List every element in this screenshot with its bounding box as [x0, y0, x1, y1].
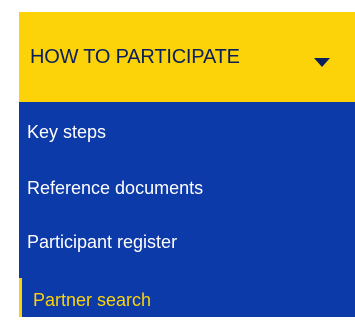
menu-item-reference-documents[interactable]: Reference documents [19, 166, 355, 210]
caret-down-icon[interactable] [314, 58, 330, 67]
menu-item-key-steps[interactable]: Key steps [19, 110, 355, 154]
menu-header[interactable]: HOW TO PARTICIPATE [19, 12, 355, 102]
menu-item-partner-search[interactable]: Partner search [19, 278, 355, 322]
how-to-participate-menu: HOW TO PARTICIPATE Key steps Reference d… [19, 0, 355, 317]
menu-header-label: HOW TO PARTICIPATE [30, 45, 240, 68]
menu-item-participant-register[interactable]: Participant register [19, 220, 355, 264]
menu-list: Key steps Reference documents Participan… [19, 102, 355, 317]
